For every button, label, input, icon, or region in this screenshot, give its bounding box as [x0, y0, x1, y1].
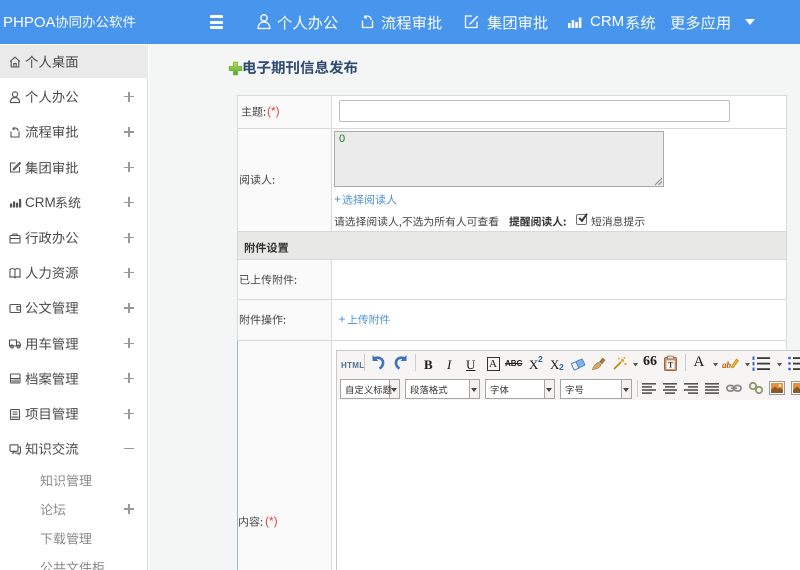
svg-text:T: T — [668, 361, 674, 370]
svg-text:ab: ab — [722, 360, 732, 370]
